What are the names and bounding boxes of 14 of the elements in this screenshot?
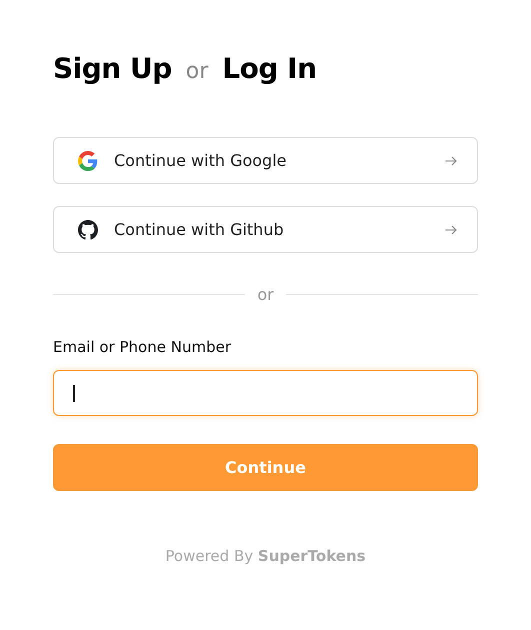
heading-or: or xyxy=(186,59,208,84)
log-in-title: Log In xyxy=(222,52,317,85)
field-label: Email or Phone Number xyxy=(53,338,232,356)
github-icon xyxy=(78,220,98,240)
provider-button[interactable]: Continue with Google xyxy=(53,137,478,184)
powered-by-text: Powered By SuperTokens xyxy=(165,547,366,565)
provider-button[interactable]: Continue with Github xyxy=(53,206,478,253)
divider-text: or xyxy=(257,285,274,304)
arrow-icon xyxy=(445,224,457,234)
email-field[interactable] xyxy=(53,370,478,416)
arrow-icon xyxy=(445,156,457,166)
sign-up-title: Sign Up xyxy=(53,52,172,85)
text-cursor xyxy=(73,384,74,402)
google-icon xyxy=(78,150,98,170)
